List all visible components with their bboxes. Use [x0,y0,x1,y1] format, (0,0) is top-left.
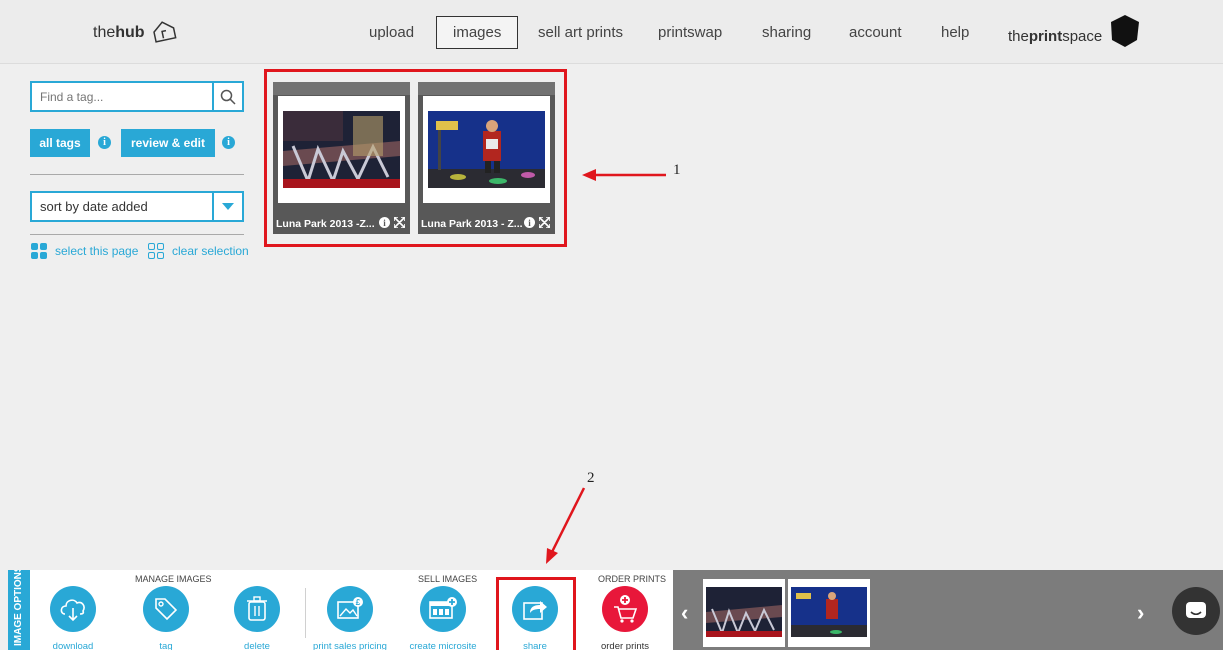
image-thumbnail[interactable] [428,111,545,188]
all-tags-info-icon[interactable]: i [98,136,111,149]
grid-outline-icon [148,243,164,259]
sort-dropdown-button[interactable] [212,193,242,220]
create-microsite-button[interactable] [420,586,466,632]
sort-value: sort by date added [40,199,148,214]
tag-search-input[interactable] [32,83,212,110]
nav-printswap[interactable]: printswap [658,24,722,41]
select-this-page-label: select this page [55,244,139,258]
nav-account[interactable]: account [849,24,902,41]
search-button[interactable] [212,83,242,110]
divider [30,174,244,175]
cart-add-icon [614,595,638,623]
selected-thumbnail[interactable] [788,579,870,647]
create-microsite-label[interactable]: create microsite [409,641,476,650]
nav-upload[interactable]: upload [369,24,414,41]
image-options-label: IMAGE OPTIONS [8,570,30,650]
nav-help[interactable]: help [941,24,969,41]
thehub-logo[interactable]: thehub [93,21,177,44]
brand-prefix: the [93,24,116,41]
brand-bold: hub [115,24,145,41]
grid-filled-icon [31,243,47,259]
nav-images[interactable]: images [436,16,519,49]
annotation-label-1: 1 [673,162,681,178]
order-prints-label[interactable]: order prints [601,641,649,650]
expand-icon[interactable] [394,217,405,228]
image-price-icon: £ [337,597,363,619]
annotation-arrow-2 [546,487,586,564]
info-icon[interactable]: i [379,217,390,228]
image-caption: Luna Park 2013 - Z... [421,218,523,230]
review-edit-button[interactable]: review & edit [121,129,215,157]
sell-images-title: SELL IMAGES [418,574,478,584]
clear-selection-label: clear selection [172,244,249,258]
trash-icon [247,596,267,621]
delete-button[interactable] [234,586,280,632]
chat-icon [1186,602,1206,618]
all-tags-button[interactable]: all tags [30,129,90,157]
download-button[interactable] [50,586,96,632]
print-sales-pricing-label[interactable]: print sales pricing [313,641,387,650]
toolbar-separator [305,588,306,638]
search-icon [220,89,236,105]
microsite-icon [429,597,457,619]
manage-images-title: MANAGE IMAGES [135,574,212,584]
sort-select[interactable]: sort by date added [30,191,244,222]
chat-launcher-button[interactable] [1172,587,1220,635]
divider [30,234,244,235]
selected-thumbnail[interactable] [703,579,785,647]
nav-sharing[interactable]: sharing [762,24,811,41]
chevron-right-icon[interactable]: › [1137,600,1144,626]
order-prints-button[interactable] [602,586,648,632]
svg-text:£: £ [356,598,361,607]
top-navbar: thehub upload images sell art prints pri… [0,0,1223,64]
image-thumbnail[interactable] [283,111,400,188]
clear-selection-link[interactable]: clear selection [148,243,249,259]
order-prints-title: ORDER PRINTS [598,574,667,584]
highlight-box-share [496,577,576,650]
image-caption: Luna Park 2013 -Z... [276,218,375,230]
info-icon[interactable]: i [524,217,535,228]
annotation-label-2: 2 [587,470,595,486]
partner-prefix: the [1008,27,1029,45]
cloud-download-icon [60,599,85,622]
selected-thumbnail-image [791,587,867,637]
selected-thumbnail-image [706,587,782,637]
image-card[interactable]: Luna Park 2013 -Z... i [273,82,410,234]
print-sales-pricing-button[interactable]: £ [327,586,373,632]
tag-icon [155,598,178,621]
download-label[interactable]: download [53,641,94,650]
select-this-page-link[interactable]: select this page [31,243,138,259]
chevron-left-icon[interactable]: ‹ [681,600,688,626]
review-edit-info-icon[interactable]: i [222,136,235,149]
theprintspace-logo[interactable]: theprintspace [1008,15,1140,48]
tag-button[interactable] [143,586,189,632]
annotation-arrow-1 [582,169,666,181]
nav-sell-art-prints[interactable]: sell art prints [538,24,623,41]
image-card[interactable]: Luna Park 2013 - Z... i [418,82,555,234]
partner-suffix: space [1062,27,1103,45]
delete-label[interactable]: delete [244,641,270,650]
expand-icon[interactable] [539,217,550,228]
house-icon [152,21,177,43]
cube-icon [1111,15,1140,47]
tag-label[interactable]: tag [159,641,172,650]
partner-bold: print [1028,27,1063,45]
tag-search [30,81,244,112]
chevron-down-icon [222,202,234,210]
